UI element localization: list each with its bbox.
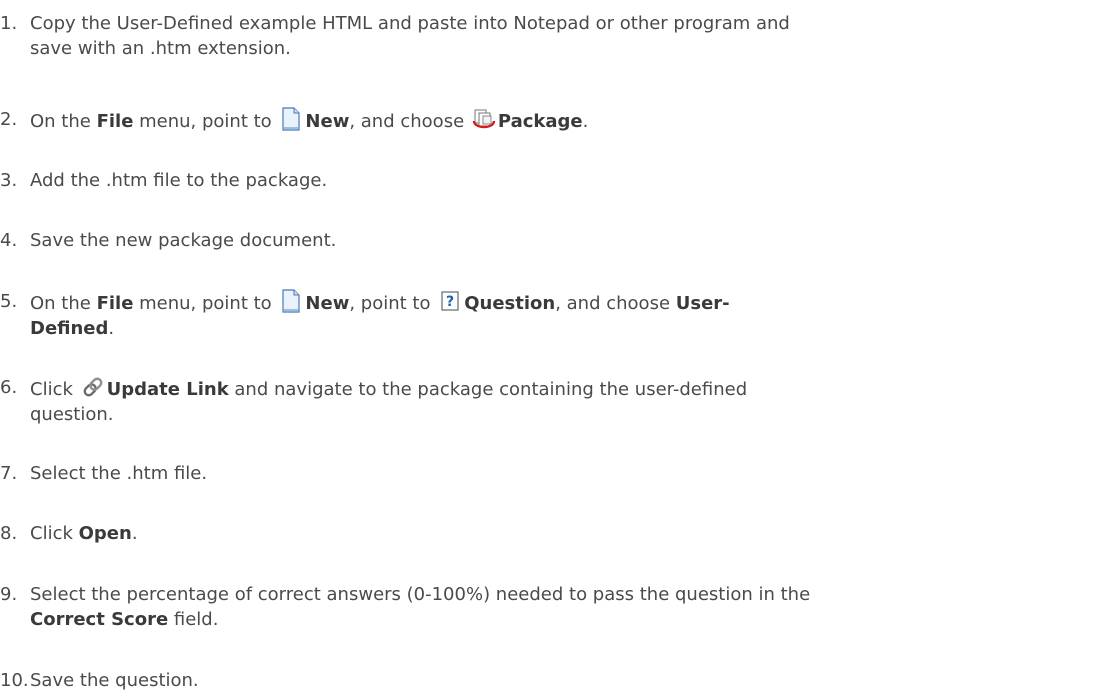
text-run: Select the percentage of correct answers… xyxy=(30,584,811,605)
text-run: . xyxy=(131,523,138,544)
menu-name-file: File xyxy=(96,293,134,314)
step-text-line: Copy the User-Defined example HTML and p… xyxy=(30,13,790,34)
step-text: Select the .htm file. xyxy=(30,463,208,484)
step-text: Click Open. xyxy=(30,521,1115,546)
step-number: 4. xyxy=(0,230,18,251)
command-open: Open xyxy=(78,523,132,544)
package-icon xyxy=(472,107,496,131)
step-1: 1. Copy the User-Defined example HTML an… xyxy=(0,11,1115,61)
step-number: 1. xyxy=(0,13,18,34)
command-new: New xyxy=(305,111,350,132)
text-run: field. xyxy=(168,609,219,630)
step-6: 6. Click Update Link and navigate to the… xyxy=(0,375,1115,427)
step-8: 8. Click Open. xyxy=(0,521,1115,546)
text-run: . xyxy=(582,111,589,132)
new-document-icon xyxy=(279,289,303,313)
link-icon xyxy=(81,375,105,399)
command-user-defined-cont: Defined xyxy=(30,318,109,339)
step-2: 2. On the File menu, point to New, and c… xyxy=(0,107,1115,134)
text-run: question. xyxy=(30,404,114,425)
step-text: Click Update Link and navigate to the pa… xyxy=(30,375,1115,427)
step-7: 7. Select the .htm file. xyxy=(0,461,1115,486)
text-run: , and choose xyxy=(555,293,676,314)
step-number: 6. xyxy=(0,377,18,398)
text-run: On the xyxy=(30,111,97,132)
step-number: 2. xyxy=(0,109,18,130)
step-text: Save the new package document. xyxy=(30,230,337,251)
text-run: , point to xyxy=(349,293,437,314)
step-number: 3. xyxy=(0,170,18,191)
step-text: Add the .htm file to the package. xyxy=(30,170,328,191)
question-icon: ? xyxy=(438,289,462,313)
step-3: 3. Add the .htm file to the package. xyxy=(0,168,1115,193)
step-number: 10. xyxy=(0,670,29,691)
step-number: 8. xyxy=(0,523,18,544)
svg-text:?: ? xyxy=(446,294,454,310)
command-update-link: Update Link xyxy=(106,379,229,400)
command-package: Package xyxy=(497,111,583,132)
text-run: . xyxy=(108,318,115,339)
text-run: Click xyxy=(30,523,79,544)
text-run: On the xyxy=(30,293,97,314)
new-document-icon xyxy=(279,107,303,131)
step-text: Save the question. xyxy=(30,670,199,691)
field-name-correct-score: Correct Score xyxy=(30,609,169,630)
text-run: , and choose xyxy=(349,111,470,132)
text-run: and navigate to the package containing t… xyxy=(228,379,748,400)
step-text: On the File menu, point to New, point to… xyxy=(30,289,1115,341)
step-5: 5. On the File menu, point to New, point… xyxy=(0,289,1115,341)
step-9: 9. Select the percentage of correct answ… xyxy=(0,582,1115,632)
step-10: 10. Save the question. xyxy=(0,668,1115,693)
step-text: On the File menu, point to New, and choo… xyxy=(30,107,1115,134)
step-text-line: save with an .htm extension. xyxy=(30,38,291,59)
step-text: Copy the User-Defined example HTML and p… xyxy=(30,11,1115,61)
command-question: Question xyxy=(464,293,556,314)
step-number: 5. xyxy=(0,291,18,312)
text-run: menu, point to xyxy=(133,111,278,132)
command-user-defined: User- xyxy=(675,293,730,314)
menu-name-file: File xyxy=(96,111,134,132)
text-run: menu, point to xyxy=(133,293,278,314)
text-run: Click xyxy=(30,379,79,400)
command-new: New xyxy=(305,293,350,314)
step-4: 4. Save the new package document. xyxy=(0,228,1115,253)
step-number: 7. xyxy=(0,463,18,484)
step-text: Select the percentage of correct answers… xyxy=(30,582,1115,632)
step-number: 9. xyxy=(0,584,18,605)
